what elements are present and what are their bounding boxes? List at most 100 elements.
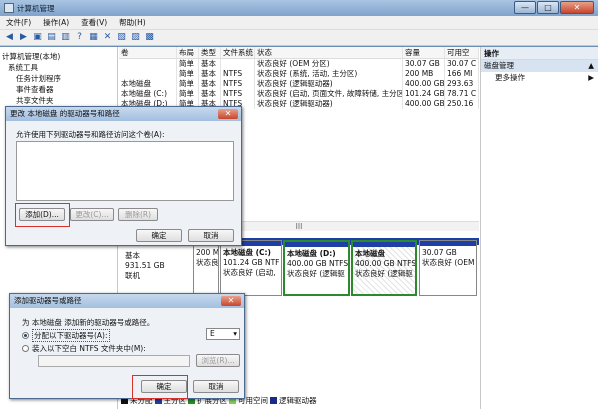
window-titlebar: 计算机管理 — □ ✕ [0,0,598,16]
cell-layout: 简单 [177,89,199,99]
assign-letter-radio[interactable] [22,332,29,339]
highlight-ok [132,375,188,399]
col-filesystem[interactable]: 文件系统 [221,47,255,58]
menu-view[interactable]: 查看(V) [81,17,107,28]
help-icon[interactable]: ? [74,32,85,43]
cell-layout: 简单 [177,59,199,69]
remove-button[interactable]: 删除(R) [118,208,158,221]
cell-volume [119,69,177,79]
col-status[interactable]: 状态 [255,47,403,58]
cell-status: 状态良好 (逻辑驱动器) [255,79,403,89]
tree-item-root[interactable]: 计算机管理(本地) [2,51,115,62]
cell-free: 166 MI [445,69,479,79]
cell-filesystem: NTFS [221,79,255,89]
dialog1-title: 更改 本地磁盘 的驱动器号和路径 [10,109,120,118]
open-icon[interactable]: ▨ [130,32,141,43]
actions-header: 操作 [481,47,598,60]
menu-bar: 文件(F) 操作(A) 查看(V) 帮助(H) [0,16,598,30]
mount-folder-label: 装入以下空白 NTFS 文件夹中(M): [32,344,146,353]
dialog2-close-button[interactable]: ✕ [221,296,241,306]
cell-capacity: 200 MB [403,69,445,79]
dialog1-cancel-button[interactable]: 取消 [188,229,234,242]
volume-list-header: 卷 布局 类型 文件系统 状态 容量 可用空 [119,47,479,59]
cell-capacity: 101.24 GB [405,89,445,99]
table-row[interactable]: 本地磁盘 (C:) 简单 基本 NTFS 状态良好 (启动, 页面文件, 故障转… [119,89,479,99]
legend-logical-swatch [270,397,277,404]
col-volume[interactable]: 卷 [119,47,177,58]
cell-layout: 简单 [177,69,199,79]
col-free[interactable]: 可用空 [445,47,479,58]
tree-item-system-tools[interactable]: 系统工具 [2,62,115,73]
drive-letter-value: E [210,329,215,338]
col-type[interactable]: 类型 [199,47,221,58]
cell-type: 基本 [199,59,221,69]
dialog2-title: 添加驱动器号或路径 [14,296,82,305]
cell-capacity: 30.07 GB [403,59,445,69]
dialog2-titlebar: 添加驱动器号或路径 ✕ [10,294,244,308]
cell-filesystem [221,59,255,69]
mount-folder-radio[interactable] [22,345,29,352]
menu-file[interactable]: 文件(F) [6,17,31,28]
properties-icon[interactable]: ▥ [60,32,71,43]
col-capacity[interactable]: 容量 [403,47,445,58]
chevron-right-icon: ▶ [588,73,594,82]
collapse-icon[interactable]: ▲ [588,60,594,72]
disk-size: 931.51 GB [125,261,165,270]
window-controls: — □ ✕ [513,1,594,14]
dialog1-close-button[interactable]: ✕ [218,109,238,119]
change-button[interactable]: 更改(C)... [70,208,114,221]
dialog2-cancel-button[interactable]: 取消 [193,380,239,393]
back-icon[interactable]: ◀ [4,32,15,43]
table-row[interactable]: 简单 基本 NTFS 状态良好 (系统, 活动, 主分区) 200 MB 166… [119,69,479,79]
menu-help[interactable]: 帮助(H) [119,17,146,28]
browse-button[interactable]: 浏览(R)... [196,354,240,367]
cell-type: 基本 [199,69,221,79]
folder-up-icon[interactable]: ▣ [32,32,43,43]
folder-path-input[interactable] [38,355,190,367]
refresh-icon[interactable]: ▩ [144,32,155,43]
partition-selected[interactable]: 本地磁盘 400.00 GB NTFS 状态良好 (逻辑驱 [351,240,417,296]
drive-letter-select[interactable]: E ▾ [206,328,240,340]
cell-status: 状态良好 (系统, 活动, 主分区) [255,69,403,79]
mount-folder-option[interactable]: 装入以下空白 NTFS 文件夹中(M): [22,343,146,354]
assign-letter-option[interactable]: 分配以下驱动器号(A): [22,329,110,342]
actions-more[interactable]: 更多操作 ▶ [481,72,598,84]
export-icon[interactable]: ▧ [116,32,127,43]
partition-system[interactable]: 200 M 状态良 [193,240,219,296]
forward-icon[interactable]: ▶ [18,32,29,43]
tree-item-task-scheduler[interactable]: 任务计划程序 [2,73,115,84]
actions-disk-management[interactable]: 磁盘管理 ▲ [481,60,598,72]
table-row[interactable]: 本地磁盘 简单 基本 NTFS 状态良好 (逻辑驱动器) 400.00 GB 2… [119,79,479,89]
cell-type: 基本 [199,89,221,99]
cell-capacity: 400.00 GB [405,99,445,109]
dialog1-prompt: 允许使用下列驱动器号和路径访问这个卷(A): [16,130,165,139]
dialog1-ok-button[interactable]: 确定 [136,229,182,242]
menu-action[interactable]: 操作(A) [43,17,69,28]
partition-oem[interactable]: 30.07 GB 状态良好 (OEM [419,240,477,296]
cell-free: 250.16 [445,99,479,109]
cell-free: 30.07 C [445,59,479,69]
dialog1-titlebar: 更改 本地磁盘 的驱动器号和路径 ✕ [6,107,241,121]
cell-status: 状态良好 (逻辑驱动器) [255,99,403,109]
list-icon[interactable]: ▦ [88,32,99,43]
highlight-add [15,203,70,227]
cell-type: 基本 [199,79,221,89]
console-tree-icon[interactable]: ▤ [46,32,57,43]
disk-info: 基本 931.51 GB 联机 [125,251,191,281]
minimize-button[interactable]: — [514,1,536,14]
partition-c[interactable]: 本地磁盘 (C:) 101.24 GB NTF 状态良好 (启动, [220,240,282,296]
delete-icon[interactable]: ✕ [102,32,113,43]
cell-free: 78.71 C [445,89,479,99]
window-title: 计算机管理 [17,3,55,13]
drive-letter-list[interactable] [16,141,234,201]
col-layout[interactable]: 布局 [177,47,199,58]
tree-item-event-viewer[interactable]: 事件查看器 [2,84,115,95]
actions-pane: 操作 磁盘管理 ▲ 更多操作 ▶ [480,47,598,409]
maximize-button[interactable]: □ [537,1,559,14]
change-drive-letter-dialog: 更改 本地磁盘 的驱动器号和路径 ✕ 允许使用下列驱动器号和路径访问这个卷(A)… [5,106,242,246]
table-row[interactable]: 简单 基本 状态良好 (OEM 分区) 30.07 GB 30.07 C [119,59,479,69]
partition-d[interactable]: 本地磁盘 (D:) 400.00 GB NTFS 状态良好 (逻辑驱 [283,240,350,296]
cell-layout: 简单 [177,79,199,89]
tree-item-shared-folders[interactable]: 共享文件夹 [2,95,115,106]
close-button[interactable]: ✕ [560,1,594,14]
